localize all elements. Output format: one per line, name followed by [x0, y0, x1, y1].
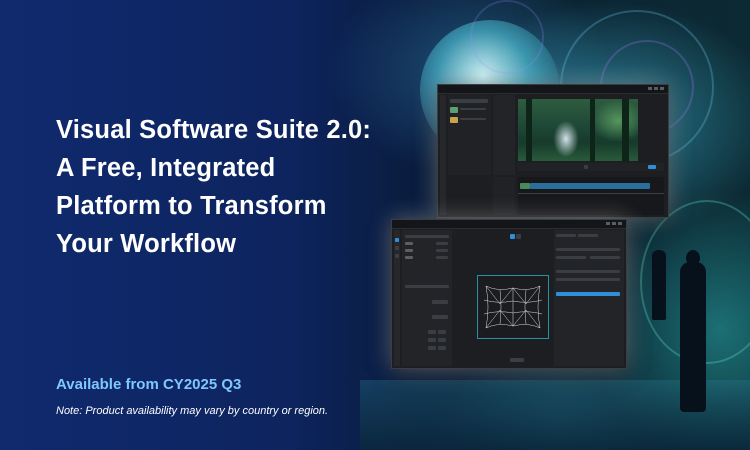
property-tab[interactable]: [556, 234, 576, 237]
maximize-icon[interactable]: [654, 87, 658, 90]
video-editor-window: [437, 84, 669, 218]
minimize-icon[interactable]: [606, 222, 610, 225]
property-tab[interactable]: [578, 234, 598, 237]
export-button[interactable]: [648, 165, 656, 169]
settings-panel: [402, 230, 452, 366]
property-row[interactable]: [556, 256, 586, 259]
person-silhouette: [680, 262, 706, 412]
effects-panel: [493, 95, 515, 175]
track-headers: [493, 177, 515, 215]
maximize-icon[interactable]: [612, 222, 616, 225]
setting-row[interactable]: [405, 235, 449, 238]
preview-tree: [526, 99, 532, 161]
close-icon[interactable]: [618, 222, 622, 225]
preview-tree: [622, 99, 629, 161]
properties-panel: [554, 230, 624, 366]
media-item-label: [460, 108, 486, 110]
minimize-icon[interactable]: [648, 87, 652, 90]
value-field[interactable]: [436, 249, 448, 252]
setting-button[interactable]: [432, 315, 448, 319]
property-row[interactable]: [556, 248, 620, 251]
window-titlebar: [392, 220, 626, 229]
tool-icon[interactable]: [395, 246, 399, 250]
tool-icon[interactable]: [395, 254, 399, 258]
media-thumbnail[interactable]: [450, 107, 458, 113]
headline-line: Visual Software Suite 2.0:: [56, 116, 372, 144]
setting-row[interactable]: [405, 285, 449, 288]
person-silhouette: [652, 250, 666, 320]
apply-button[interactable]: [556, 292, 620, 296]
headline-line: A Free, Integrated: [56, 154, 276, 182]
setting-button[interactable]: [438, 338, 446, 342]
side-toolbar: [440, 95, 446, 215]
headline-line: Your Workflow: [56, 230, 237, 258]
promo-banner: Visual Software Suite 2.0: A Free, Integ…: [0, 0, 750, 450]
checkbox[interactable]: [405, 249, 413, 252]
media-thumbnail[interactable]: [450, 117, 458, 123]
setting-button[interactable]: [428, 330, 436, 334]
view-toggle[interactable]: [510, 234, 515, 239]
checkbox[interactable]: [405, 242, 413, 245]
setting-button[interactable]: [438, 330, 446, 334]
play-icon[interactable]: [584, 165, 588, 169]
timeline-clip[interactable]: [530, 183, 650, 189]
timeline-panel: [518, 177, 664, 215]
media-bin-panel: [448, 95, 491, 175]
video-preview: [518, 99, 638, 161]
zoom-control[interactable]: [510, 358, 524, 362]
setting-button[interactable]: [432, 300, 448, 304]
fractal-swirl: [470, 0, 544, 74]
window-titlebar: [438, 85, 668, 94]
value-field[interactable]: [436, 256, 448, 259]
setting-button[interactable]: [438, 346, 446, 350]
timeline-clip-thumbnail[interactable]: [520, 183, 530, 189]
view-toggle[interactable]: [516, 234, 521, 239]
track-divider: [518, 193, 664, 194]
property-row[interactable]: [556, 270, 620, 273]
checkbox[interactable]: [405, 256, 413, 259]
active-tool-icon[interactable]: [395, 238, 399, 242]
headline: Visual Software Suite 2.0: A Free, Integ…: [56, 111, 416, 263]
availability-text: Available from CY2025 Q3: [56, 376, 242, 393]
setting-button[interactable]: [428, 346, 436, 350]
side-toolbar: [394, 230, 400, 366]
geometry-editor-window: [391, 219, 627, 369]
warp-canvas[interactable]: [477, 275, 549, 339]
availability-note: Note: Product availability may vary by c…: [56, 405, 329, 417]
warp-grid[interactable]: [478, 276, 548, 338]
media-item[interactable]: [450, 99, 488, 103]
setting-button[interactable]: [428, 338, 436, 342]
preview-tree: [590, 99, 595, 161]
property-row[interactable]: [556, 278, 620, 281]
close-icon[interactable]: [660, 87, 664, 90]
person-silhouette-head: [686, 250, 700, 266]
value-field[interactable]: [436, 242, 448, 245]
media-item-label: [460, 118, 486, 120]
headline-line: Platform to Transform: [56, 192, 327, 220]
property-field[interactable]: [590, 256, 620, 259]
transport-bar: [518, 163, 664, 171]
